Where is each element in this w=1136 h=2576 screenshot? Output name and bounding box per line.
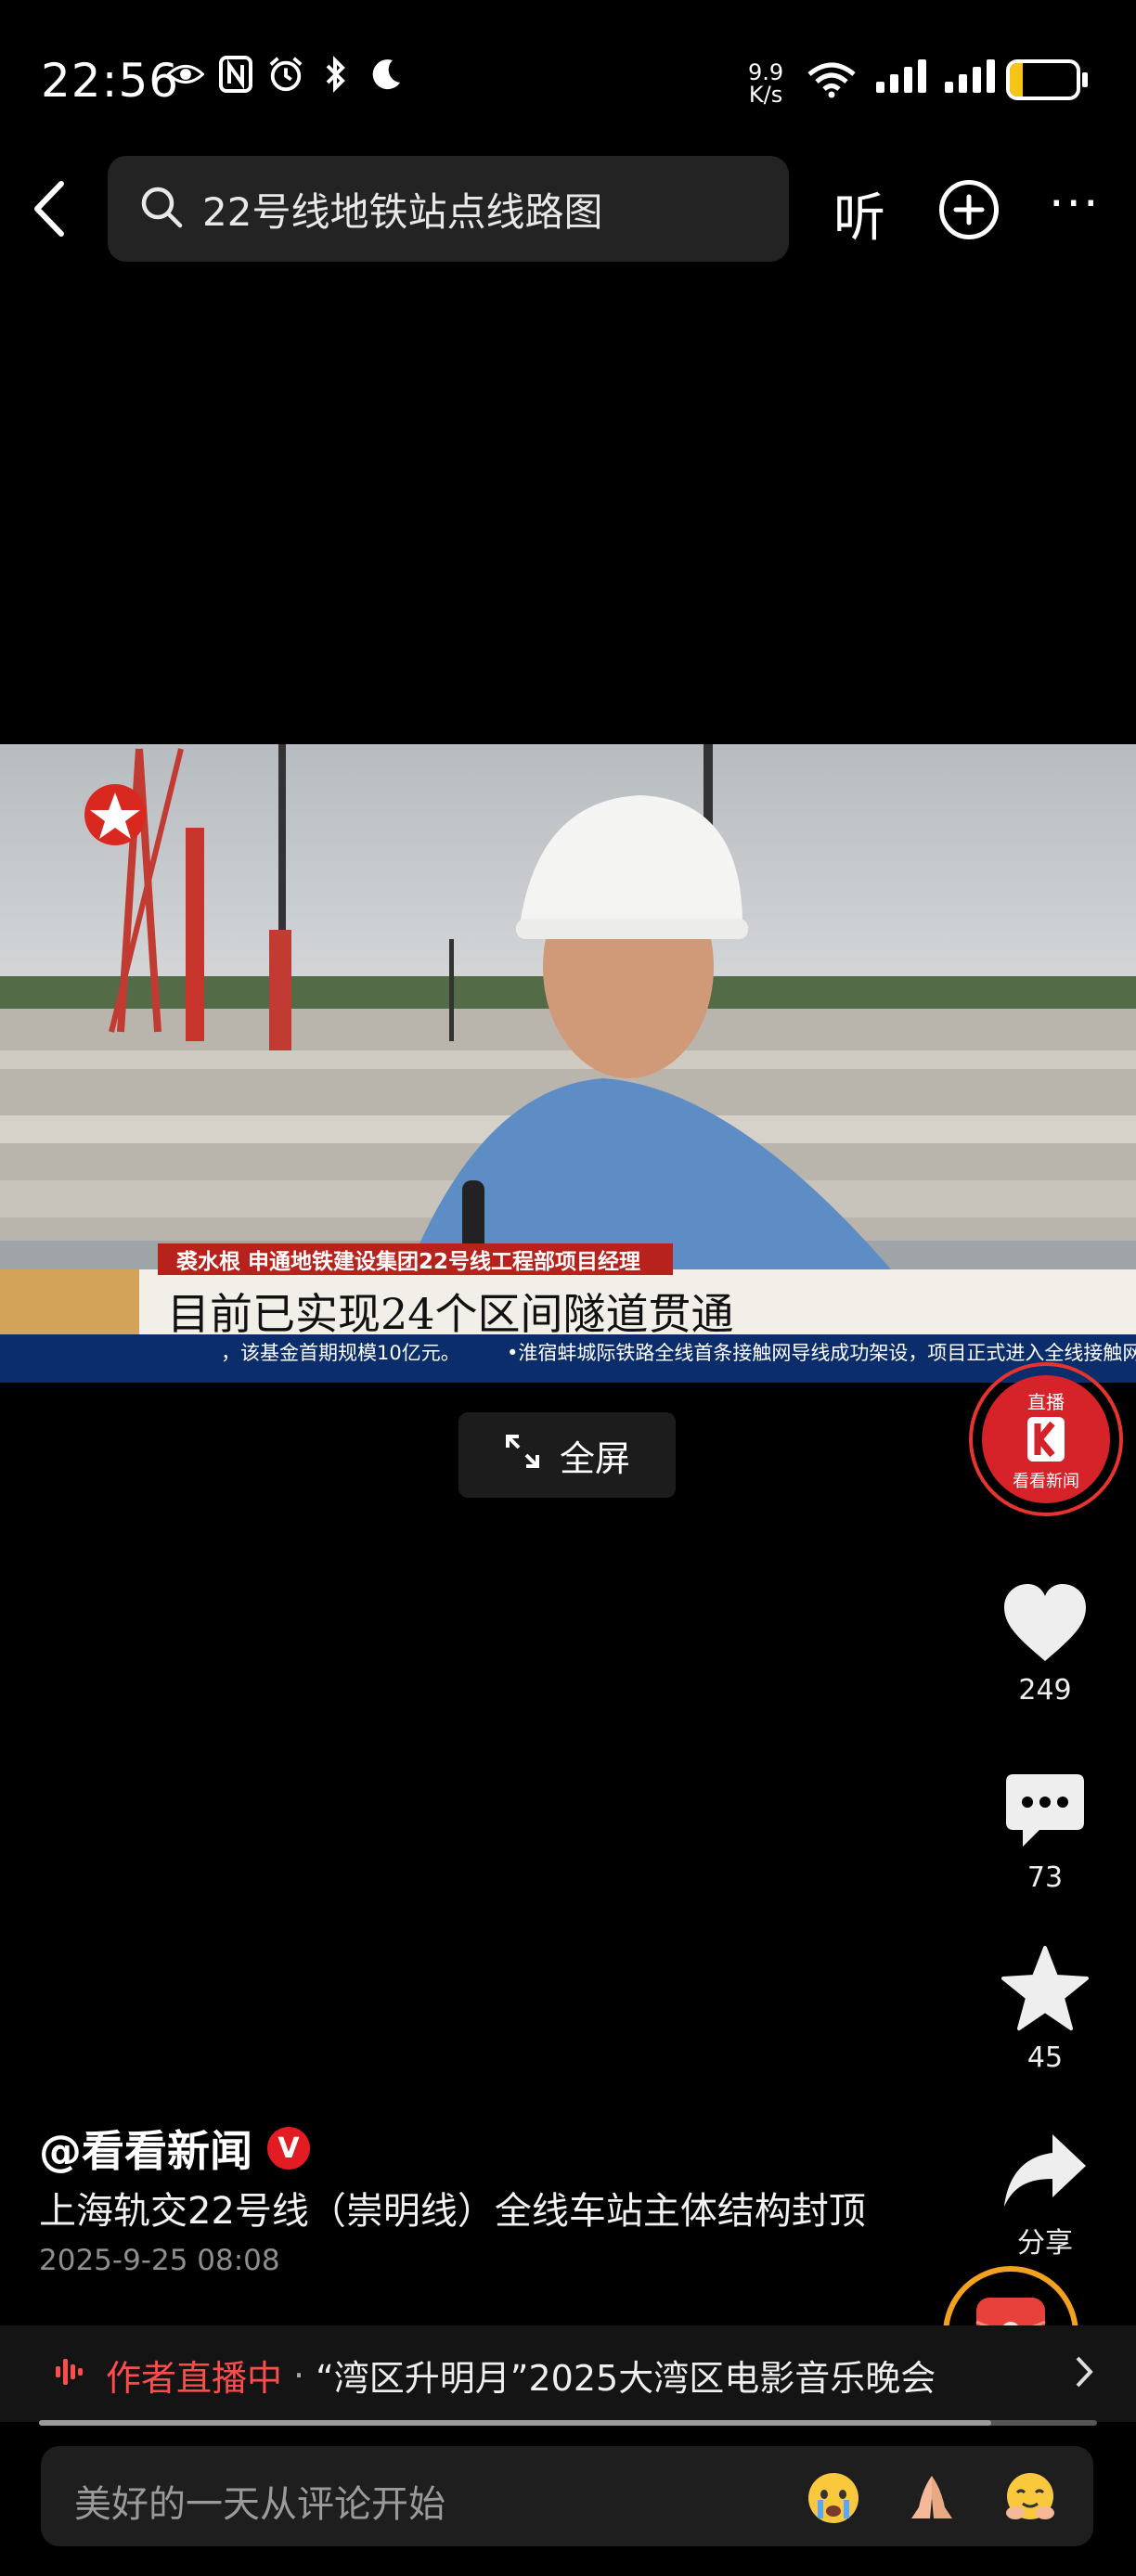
live-strip-content[interactable]: 作者直播中 · “湾区升明月”2025大湾区电影音乐晚会	[54, 2350, 1075, 2401]
chevron-right-icon[interactable]	[1073, 2353, 1095, 2394]
star-icon	[1000, 1946, 1090, 2036]
expand-icon	[504, 1433, 541, 1478]
eye-icon	[167, 56, 204, 93]
status-time: 22:56	[41, 54, 180, 108]
live-badge[interactable]: 直播 看看新闻	[969, 1362, 1123, 1516]
moon-icon	[368, 56, 405, 93]
alarm-icon	[267, 56, 304, 93]
search-bar[interactable]: 22号线地铁站点线路图	[108, 156, 789, 262]
share-button[interactable]: 分享	[980, 2131, 1110, 2260]
crying-emoji-icon[interactable]	[806, 2470, 861, 2537]
praying-hands-emoji-icon[interactable]	[904, 2470, 960, 2537]
search-query: 22号线地铁站点线路图	[202, 188, 603, 235]
live-logo-icon	[1025, 1414, 1067, 1468]
hugging-emoji-icon[interactable]	[1002, 2470, 1058, 2537]
speaker-caption: 裘水根 申通地铁建设集团22号线工程部项目经理	[176, 1250, 641, 1274]
favorite-count: 45	[1026, 2041, 1064, 2074]
live-separator: ·	[293, 2354, 305, 2396]
comment-count: 73	[1026, 1861, 1064, 1894]
author-name[interactable]: @看看新闻	[39, 2118, 252, 2179]
fullscreen-button[interactable]: 全屏	[458, 1412, 676, 1498]
add-button[interactable]	[939, 180, 999, 239]
post-description: 上海轨交22号线（崇明线）全线车站主体结构封顶	[39, 2190, 866, 2233]
live-badge-top: 直播	[1027, 1390, 1065, 1413]
like-count: 249	[1018, 1674, 1072, 1707]
signal-icon-sim1	[876, 59, 926, 93]
heart-icon	[1000, 1584, 1090, 1668]
signal-icon-sim2	[945, 59, 995, 93]
live-badge-bottom: 看看新闻	[1013, 1471, 1079, 1491]
comment-button[interactable]: 73	[980, 1771, 1110, 1894]
plus-icon	[953, 194, 985, 225]
fullscreen-label: 全屏	[559, 1437, 630, 1479]
comment-icon	[1002, 1774, 1088, 1856]
favorite-button[interactable]: 45	[980, 1945, 1110, 2074]
battery-indicator: 19	[1006, 59, 1080, 100]
listen-button[interactable]: 听	[833, 176, 885, 251]
battery-level: 19	[1024, 63, 1063, 97]
author-row[interactable]: @看看新闻 V	[39, 2118, 310, 2179]
live-status: 作者直播中	[106, 2358, 283, 2399]
nfc-icon	[217, 56, 254, 93]
playback-progress-bar[interactable]	[39, 2420, 1097, 2426]
network-speed: 9.9 K/s	[748, 59, 784, 108]
wifi-icon	[806, 61, 858, 102]
share-arrow-icon	[1000, 2134, 1090, 2214]
like-button[interactable]: 249	[980, 1581, 1110, 1707]
playback-progress-fill	[39, 2420, 991, 2426]
back-button[interactable]	[26, 176, 72, 241]
live-audio-icon	[54, 2355, 85, 2396]
news-ticker-left: ，该基金首期规模10亿元。	[221, 1342, 460, 1364]
battery-nub	[1082, 72, 1088, 87]
verified-badge: V	[267, 2127, 310, 2170]
live-title: “湾区升明月”2025大湾区电影音乐晚会	[316, 2358, 936, 2399]
video-headline: 目前已实现24个区间隧道贯通	[167, 1289, 734, 1339]
share-label: 分享	[1017, 2227, 1073, 2260]
search-icon	[139, 185, 184, 233]
post-date: 2025-9-25 08:08	[39, 2244, 280, 2277]
bluetooth-icon	[317, 56, 355, 93]
comment-placeholder[interactable]: 美好的一天从评论开始	[74, 2474, 445, 2528]
more-options-button[interactable]: ···	[1049, 176, 1101, 232]
status-icons	[167, 56, 405, 93]
